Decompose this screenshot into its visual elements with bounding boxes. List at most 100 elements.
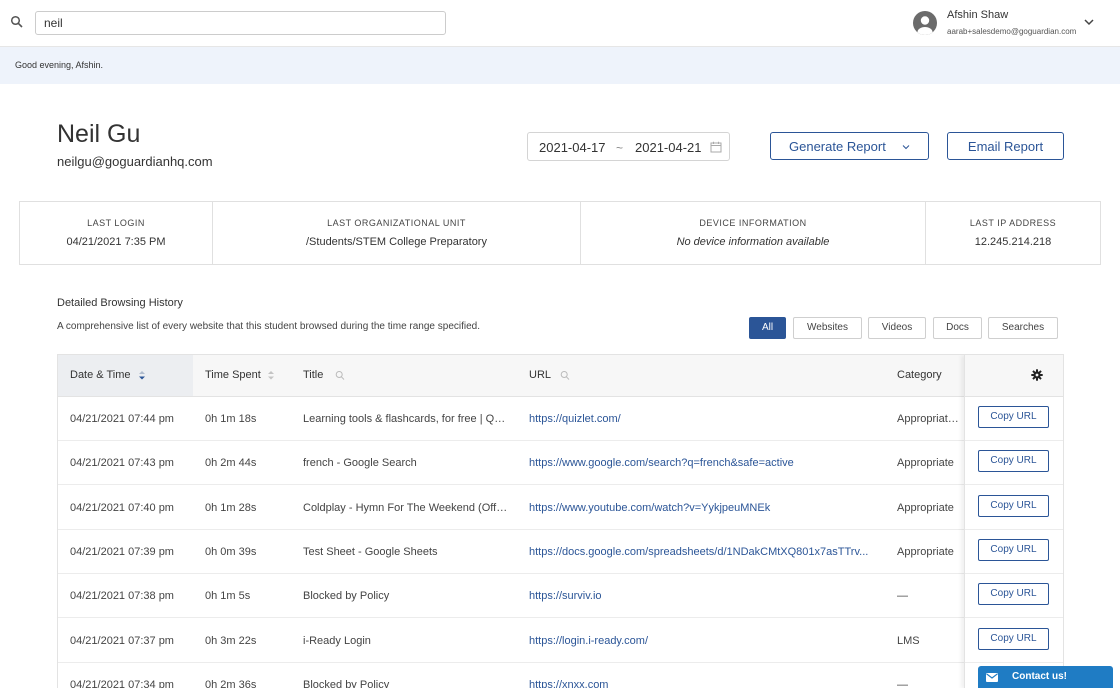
search-icon xyxy=(10,15,23,28)
email-report-label: Email Report xyxy=(967,139,1044,154)
info-last-login: LAST LOGIN 04/21/2021 7:35 PM xyxy=(20,202,213,264)
cell-url-link[interactable]: https://quizlet.com/ xyxy=(529,413,874,425)
cell-datetime: 04/21/2021 07:34 pm xyxy=(70,678,174,688)
avatar[interactable] xyxy=(913,11,937,35)
cell-category: Appropriate xyxy=(897,545,954,558)
info-label: DEVICE INFORMATION xyxy=(699,218,807,228)
cell-url-link[interactable]: https://www.google.com/search?q=french&s… xyxy=(529,457,874,469)
cell-time-spent: 0h 0m 39s xyxy=(205,545,257,558)
cell-url-link[interactable]: https://docs.google.com/spreadsheets/d/1… xyxy=(529,546,874,558)
cell-time-spent: 0h 1m 18s xyxy=(205,413,257,425)
cell-time-spent: 0h 1m 28s xyxy=(205,501,257,514)
cell-category: Appropriate xyxy=(897,457,954,470)
browsing-history-table: Date & Time Time Spent Title URL Categor… xyxy=(57,354,1064,688)
date-separator: ~ xyxy=(616,141,624,155)
info-value: /Students/STEM College Preparatory xyxy=(306,236,487,248)
student-email: neilgu@goguardianhq.com xyxy=(57,154,213,169)
cell-datetime: 04/21/2021 07:37 pm xyxy=(70,634,174,647)
sort-icon[interactable] xyxy=(266,370,276,381)
cell-title: Blocked by Policy xyxy=(303,590,390,603)
sort-desc-icon[interactable] xyxy=(137,370,147,381)
gear-icon[interactable] xyxy=(1031,369,1043,381)
user-icon xyxy=(917,16,933,35)
greeting-text: Good evening, Afshin. xyxy=(15,60,104,70)
table-header: Date & Time Time Spent Title URL Categor… xyxy=(58,355,1063,397)
column-category: Category xyxy=(897,369,942,381)
table-row[interactable]: 04/21/2021 07:39 pm 0h 0m 39s Test Sheet -… xyxy=(58,530,1063,574)
search-input[interactable] xyxy=(35,11,446,35)
generate-report-label: Generate Report xyxy=(789,139,886,154)
cell-time-spent: 0h 1m 5s xyxy=(205,590,251,603)
cell-datetime: 04/21/2021 07:40 pm xyxy=(70,501,174,514)
chevron-down-icon[interactable] xyxy=(1083,17,1095,27)
info-last-ip: LAST IP ADDRESS 12.245.214.218 xyxy=(926,202,1100,264)
column-time-spent[interactable]: Time Spent xyxy=(205,369,261,381)
cell-category: LMS xyxy=(897,634,920,647)
cell-datetime: 04/21/2021 07:39 pm xyxy=(70,545,174,558)
copy-url-button[interactable]: Copy URL xyxy=(978,494,1049,517)
cell-title: Blocked by Policy xyxy=(303,678,390,688)
email-report-button[interactable]: Email Report xyxy=(947,132,1064,160)
cell-url-link[interactable]: https://login.i-ready.com/ xyxy=(529,635,874,647)
contact-us-label: Contact us! xyxy=(1012,671,1067,682)
copy-url-button[interactable]: Copy URL xyxy=(978,627,1049,650)
cell-title: french - Google Search xyxy=(303,457,417,470)
section-title: Detailed Browsing History xyxy=(57,297,183,309)
section-description: A comprehensive list of every website th… xyxy=(57,321,481,332)
page-title: Neil Gu xyxy=(57,120,141,148)
search-icon[interactable] xyxy=(335,370,345,381)
info-label: LAST IP ADDRESS xyxy=(969,218,1057,228)
contact-us-button[interactable]: Contact us! xyxy=(978,666,1113,688)
column-date-time[interactable]: Date & Time xyxy=(70,369,131,381)
user-email: aarab+salesdemo@goguardian.com xyxy=(947,27,1077,36)
filter-videos[interactable]: Videos xyxy=(868,317,926,339)
user-name: Afshin Shaw xyxy=(947,9,1009,21)
generate-report-button[interactable]: Generate Report xyxy=(770,132,929,160)
table-row[interactable]: 04/21/2021 07:40 pm 0h 1m 28s Coldplay - H… xyxy=(58,486,1063,530)
cell-title: Learning tools & flashcards, for free | … xyxy=(303,413,508,425)
date-end[interactable]: 2021-04-21 xyxy=(635,140,702,155)
filter-searches[interactable]: Searches xyxy=(988,317,1058,339)
cell-url-link[interactable]: https://www.youtube.com/watch?v=YykjpeuM… xyxy=(529,502,874,514)
mail-icon xyxy=(986,673,998,682)
cell-time-spent: 0h 2m 36s xyxy=(205,678,257,688)
cell-title: Test Sheet - Google Sheets xyxy=(303,545,438,558)
info-value: 12.245.214.218 xyxy=(974,236,1052,248)
cell-url-link[interactable]: https://xnxx.com xyxy=(529,679,874,688)
date-range-picker[interactable]: 2021-04-17 ~ 2021-04-21 xyxy=(527,132,730,161)
table-row[interactable]: 04/21/2021 07:44 pm 0h 1m 18s Learning too… xyxy=(58,397,1063,441)
copy-url-button[interactable]: Copy URL xyxy=(978,450,1049,473)
info-label: LAST LOGIN xyxy=(87,218,145,228)
top-bar: Afshin Shaw aarab+salesdemo@goguardian.c… xyxy=(0,0,1120,47)
table-row[interactable]: 04/21/2021 07:43 pm 0h 2m 44s french - Goo… xyxy=(58,441,1063,486)
cell-datetime: 04/21/2021 07:38 pm xyxy=(70,590,174,603)
cell-time-spent: 0h 3m 22s xyxy=(205,634,257,647)
copy-url-button[interactable]: Copy URL xyxy=(978,406,1049,428)
greeting-bar: Good evening, Afshin. xyxy=(0,47,1120,84)
filter-all[interactable]: All xyxy=(749,317,786,339)
cell-datetime: 04/21/2021 07:44 pm xyxy=(70,413,174,425)
cell-datetime: 04/21/2021 07:43 pm xyxy=(70,457,174,470)
info-value: 04/21/2021 7:35 PM xyxy=(66,236,166,248)
search-icon[interactable] xyxy=(560,370,570,381)
column-url: URL xyxy=(529,369,552,381)
cell-time-spent: 0h 2m 44s xyxy=(205,457,257,470)
copy-url-button[interactable]: Copy URL xyxy=(978,538,1049,561)
calendar-icon[interactable] xyxy=(710,141,722,153)
chevron-down-icon xyxy=(902,145,910,150)
copy-url-button[interactable]: Copy URL xyxy=(978,583,1049,606)
cell-title: Coldplay - Hymn For The Weekend (Officia… xyxy=(303,501,508,514)
table-row[interactable]: 04/21/2021 07:37 pm 0h 3m 22s i-Ready Logi… xyxy=(58,619,1063,663)
cell-category: Appropriate, Education xyxy=(897,413,959,425)
cell-category: — xyxy=(897,590,908,603)
filter-docs[interactable]: Docs xyxy=(933,317,982,339)
table-row[interactable]: 04/21/2021 07:34 pm 0h 2m 36s Blocked by P… xyxy=(58,663,1063,688)
date-start[interactable]: 2021-04-17 xyxy=(539,140,606,155)
info-value: No device information available xyxy=(676,236,830,248)
table-row[interactable]: 04/21/2021 07:38 pm 0h 1m 5s Blocked by Po… xyxy=(58,574,1063,619)
info-label: LAST ORGANIZATIONAL UNIT xyxy=(327,218,466,228)
filter-websites[interactable]: Websites xyxy=(793,317,862,339)
cell-url-link[interactable]: https://surviv.io xyxy=(529,590,874,602)
cell-category: Appropriate xyxy=(897,501,954,514)
cell-category: — xyxy=(897,678,908,688)
